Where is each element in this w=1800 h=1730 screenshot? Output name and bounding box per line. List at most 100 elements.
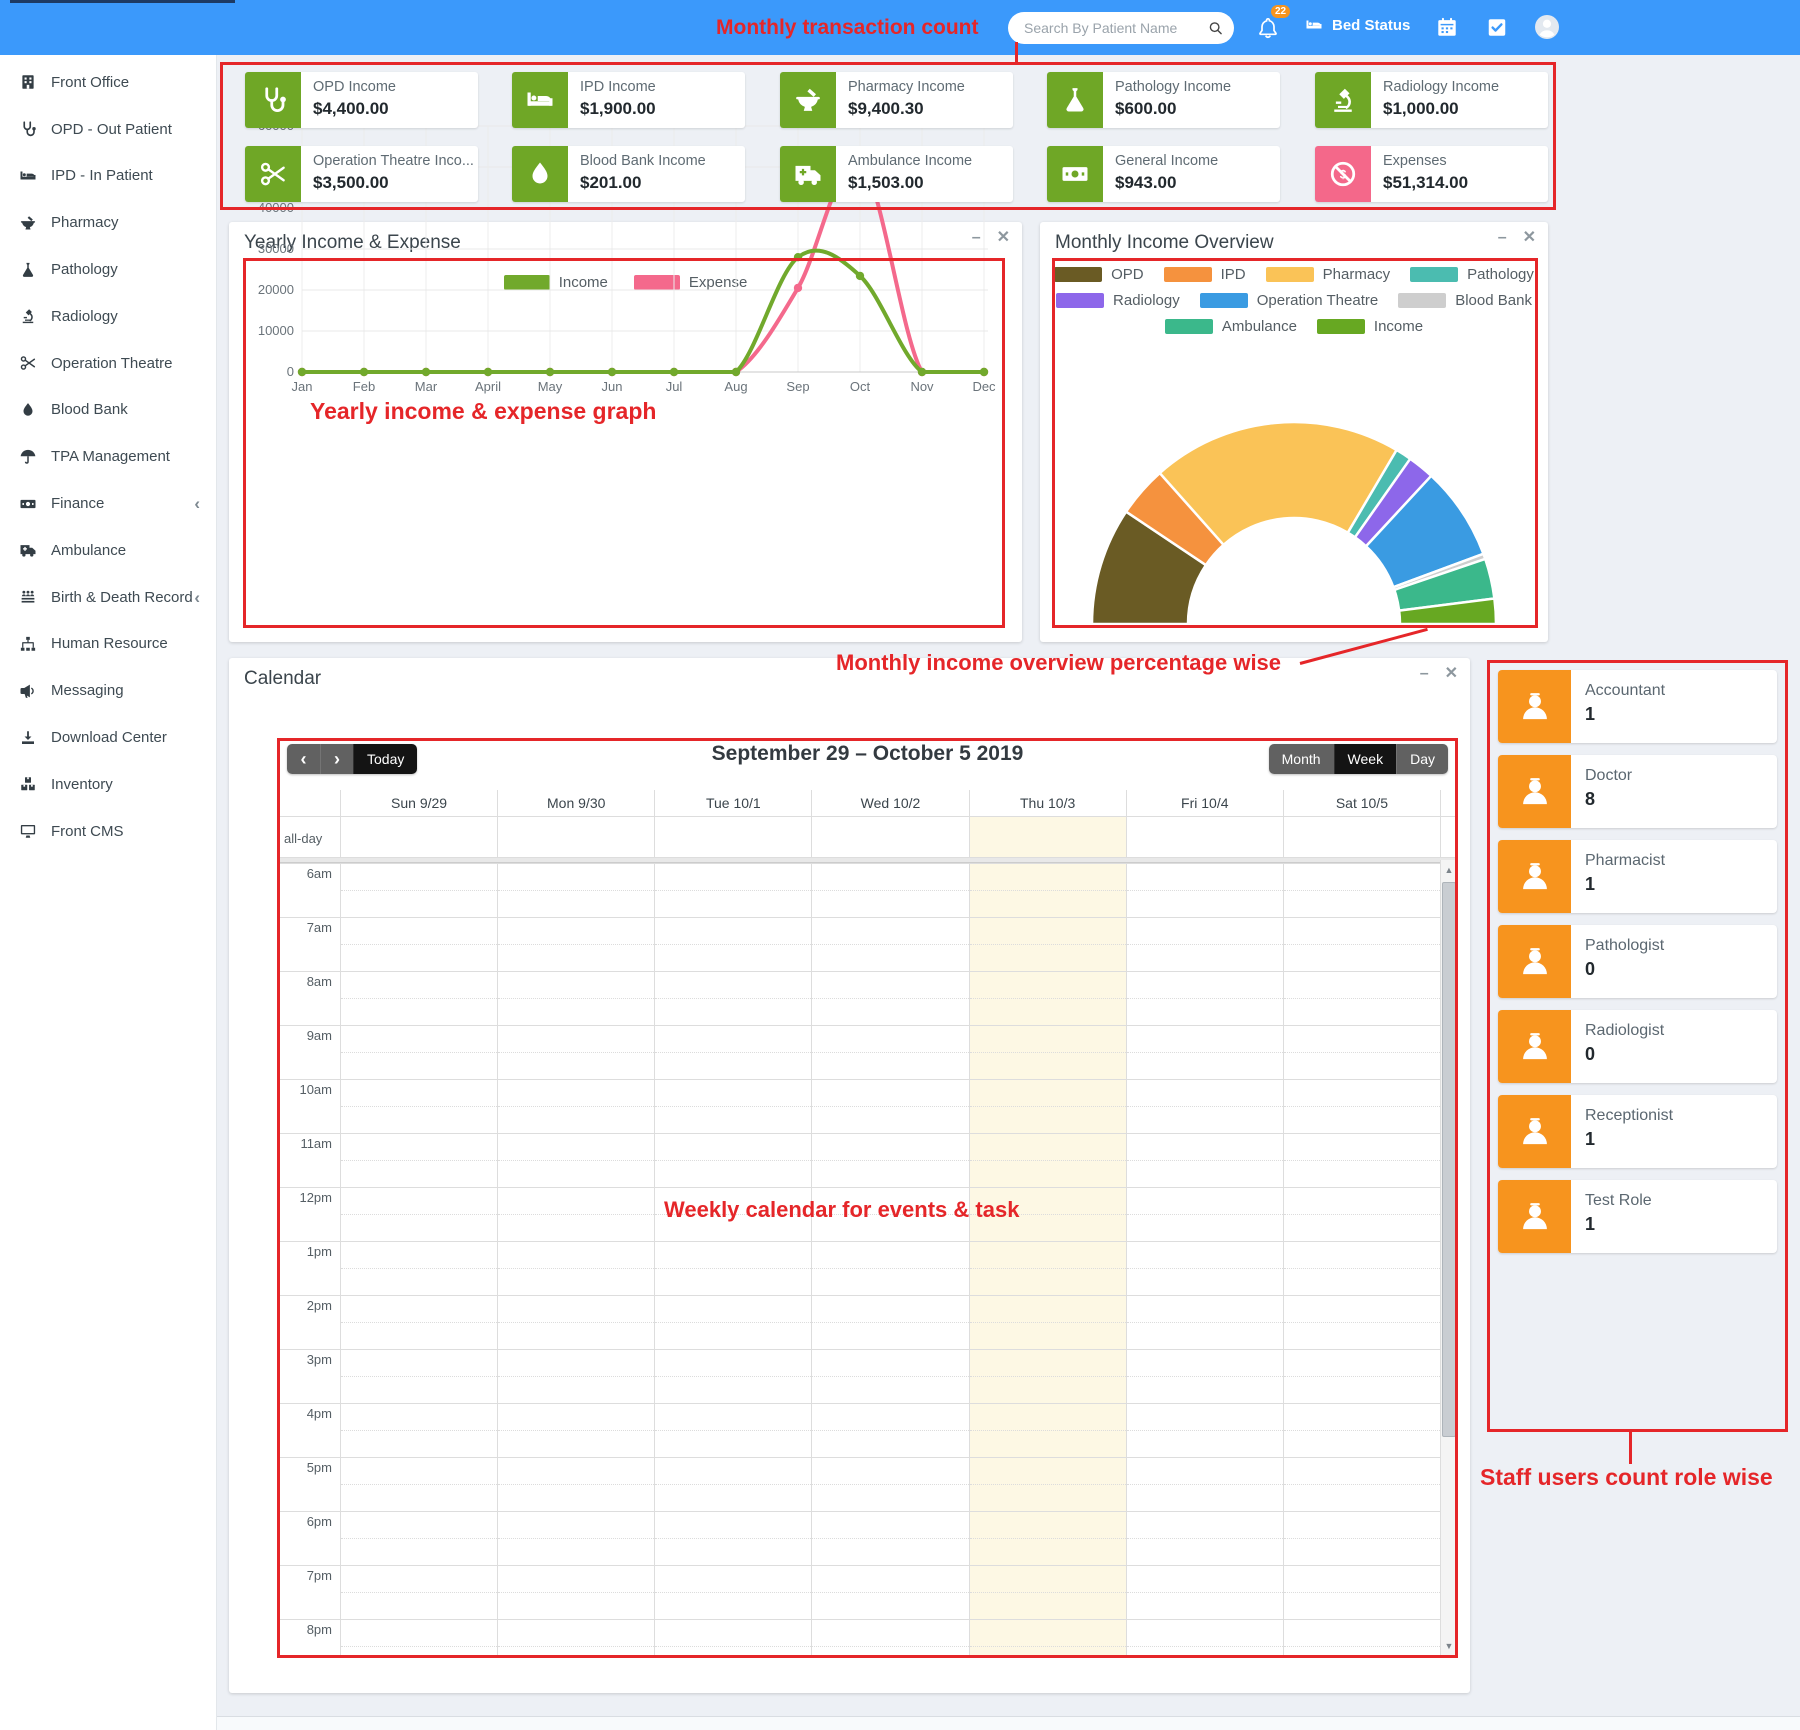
scroll-up-icon[interactable]: ▲ <box>1441 862 1457 878</box>
time-slot[interactable] <box>497 864 654 917</box>
time-slot[interactable] <box>811 918 968 971</box>
staff-card-receptionist[interactable]: Receptionist1 <box>1498 1095 1777 1168</box>
time-slot[interactable] <box>1126 1242 1283 1295</box>
time-slot[interactable] <box>497 1188 654 1241</box>
close-icon[interactable]: ✕ <box>1445 666 1458 682</box>
tile-ambulance-income[interactable]: Ambulance Income$1,503.00 <box>780 146 1013 202</box>
search-input[interactable] <box>1022 19 1207 37</box>
time-slot[interactable] <box>1126 1188 1283 1241</box>
sidebar-item-pharmacy[interactable]: Pharmacy <box>0 199 216 246</box>
sidebar-item-opd-out-patient[interactable]: OPD - Out Patient <box>0 106 216 153</box>
time-slot[interactable] <box>1126 1350 1283 1403</box>
tile-pathology-income[interactable]: Pathology Income$600.00 <box>1047 72 1280 128</box>
tile-ipd-income[interactable]: IPD Income$1,900.00 <box>512 72 745 128</box>
minimize-icon[interactable]: – <box>1420 666 1429 682</box>
time-slot[interactable] <box>497 1296 654 1349</box>
time-slot[interactable] <box>497 1620 654 1656</box>
sidebar-item-front-office[interactable]: Front Office <box>0 59 216 106</box>
tile-blood-bank-income[interactable]: Blood Bank Income$201.00 <box>512 146 745 202</box>
time-slot[interactable] <box>969 864 1126 917</box>
time-slot[interactable] <box>340 1134 497 1187</box>
calendar-view-month-button[interactable]: Month <box>1269 744 1334 774</box>
time-slot[interactable] <box>969 1512 1126 1565</box>
time-slot[interactable] <box>654 1134 811 1187</box>
sidebar-item-messaging[interactable]: Messaging <box>0 667 216 714</box>
time-slot[interactable] <box>654 1296 811 1349</box>
time-slot[interactable] <box>969 1404 1126 1457</box>
time-slot[interactable] <box>969 1242 1126 1295</box>
time-slot[interactable] <box>1283 1512 1440 1565</box>
calendar-scrollbar[interactable]: ▲▼ <box>1440 860 1457 1656</box>
time-slot[interactable] <box>340 918 497 971</box>
time-slot[interactable] <box>1126 1458 1283 1511</box>
time-slot[interactable] <box>497 1080 654 1133</box>
time-slot[interactable] <box>654 1026 811 1079</box>
time-slot[interactable] <box>811 864 968 917</box>
all-day-cell[interactable] <box>811 817 968 857</box>
sidebar-item-human-resource[interactable]: Human Resource <box>0 621 216 668</box>
time-slot[interactable] <box>1126 1566 1283 1619</box>
minimize-icon[interactable]: – <box>1498 230 1507 246</box>
time-slot[interactable] <box>1126 1512 1283 1565</box>
time-slot[interactable] <box>1283 1026 1440 1079</box>
sidebar-item-blood-bank[interactable]: Blood Bank <box>0 387 216 434</box>
tile-operation-theatre-inco[interactable]: Operation Theatre Inco...$3,500.00 <box>245 146 478 202</box>
time-slot[interactable] <box>497 1404 654 1457</box>
time-slot[interactable] <box>1283 1458 1440 1511</box>
time-slot[interactable] <box>340 864 497 917</box>
time-slot[interactable] <box>969 1458 1126 1511</box>
time-slot[interactable] <box>654 972 811 1025</box>
time-slot[interactable] <box>654 1620 811 1656</box>
tile-radiology-income[interactable]: Radiology Income$1,000.00 <box>1315 72 1548 128</box>
time-slot[interactable] <box>1283 918 1440 971</box>
all-day-cell[interactable] <box>654 817 811 857</box>
time-slot[interactable] <box>811 1620 968 1656</box>
scroll-down-icon[interactable]: ▼ <box>1441 1638 1457 1654</box>
time-slot[interactable] <box>340 1620 497 1656</box>
time-slot[interactable] <box>1283 1134 1440 1187</box>
time-slot[interactable] <box>654 918 811 971</box>
time-slot[interactable] <box>969 1566 1126 1619</box>
time-slot[interactable] <box>340 1512 497 1565</box>
time-slot[interactable] <box>497 1242 654 1295</box>
time-slot[interactable] <box>497 1458 654 1511</box>
time-slot[interactable] <box>1126 1026 1283 1079</box>
time-slot[interactable] <box>811 1080 968 1133</box>
sidebar-item-tpa-management[interactable]: TPA Management <box>0 433 216 480</box>
time-slot[interactable] <box>654 1566 811 1619</box>
check-square-icon[interactable] <box>1486 16 1508 38</box>
time-slot[interactable] <box>654 1404 811 1457</box>
time-slot[interactable] <box>811 1026 968 1079</box>
time-slot[interactable] <box>1283 1242 1440 1295</box>
time-slot[interactable] <box>969 1080 1126 1133</box>
time-slot[interactable] <box>654 1080 811 1133</box>
time-slot[interactable] <box>1126 1080 1283 1133</box>
all-day-cell[interactable] <box>969 817 1126 857</box>
time-slot[interactable] <box>969 1026 1126 1079</box>
staff-card-doctor[interactable]: Doctor8 <box>1498 755 1777 828</box>
bell-icon[interactable] <box>1256 15 1280 41</box>
time-slot[interactable] <box>1126 864 1283 917</box>
calendar-icon[interactable] <box>1436 16 1458 38</box>
time-slot[interactable] <box>340 1404 497 1457</box>
time-slot[interactable] <box>497 1134 654 1187</box>
time-slot[interactable] <box>497 1566 654 1619</box>
time-slot[interactable] <box>969 1296 1126 1349</box>
staff-card-pharmacist[interactable]: Pharmacist1 <box>1498 840 1777 913</box>
staff-card-radiologist[interactable]: Radiologist0 <box>1498 1010 1777 1083</box>
all-day-cell[interactable] <box>340 817 497 857</box>
tile-expenses[interactable]: $Expenses$51,314.00 <box>1315 146 1548 202</box>
time-slot[interactable] <box>1126 1620 1283 1656</box>
time-slot[interactable] <box>1126 1134 1283 1187</box>
time-slot[interactable] <box>340 1080 497 1133</box>
time-slot[interactable] <box>1283 1188 1440 1241</box>
time-slot[interactable] <box>969 1350 1126 1403</box>
time-slot[interactable] <box>811 1404 968 1457</box>
user-avatar-icon[interactable] <box>1532 12 1562 42</box>
time-slot[interactable] <box>497 972 654 1025</box>
sidebar-item-inventory[interactable]: Inventory <box>0 761 216 808</box>
time-slot[interactable] <box>1283 1296 1440 1349</box>
time-slot[interactable] <box>1283 1566 1440 1619</box>
time-slot[interactable] <box>811 1296 968 1349</box>
time-slot[interactable] <box>497 1350 654 1403</box>
